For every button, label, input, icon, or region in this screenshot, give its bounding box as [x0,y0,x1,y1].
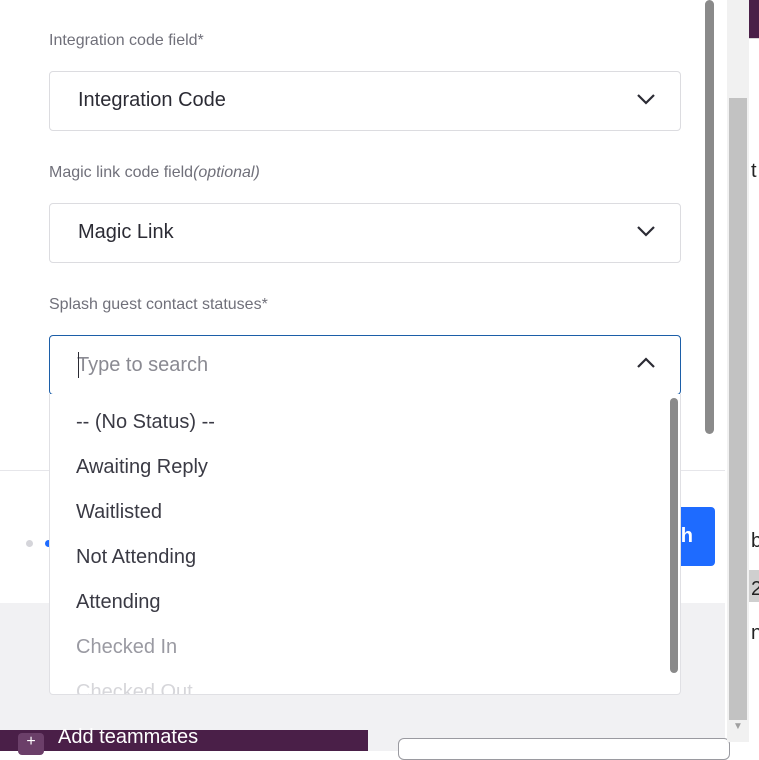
sidebar-item-add-teammates[interactable]: Add teammates [58,726,198,749]
integration-code-select[interactable]: Integration Code [49,71,681,131]
option-not-attending[interactable]: Not Attending [76,546,196,569]
contact-statuses-label: Splash guest contact statuses* [49,296,268,313]
contact-statuses-multiselect[interactable] [49,335,681,395]
scroll-down-arrow-icon[interactable]: ▼ [731,720,745,734]
background-divider [749,38,759,39]
modal-scrollbar-thumb[interactable] [729,98,747,720]
modal-content-scrollbar[interactable] [705,0,714,434]
text-caret [78,352,79,378]
magic-link-select[interactable]: Magic Link [49,203,681,263]
background-text-fragment: n [751,622,759,644]
chevron-down-icon [637,226,655,237]
background-text-fragment: t [751,160,757,182]
background-text-fragment: b [751,530,759,552]
option-checked-out[interactable]: Checked Out [76,681,193,694]
magic-link-label: Magic link code field(optional) [49,164,260,182]
background-header-strip [749,0,759,38]
magic-link-value: Magic Link [78,221,174,243]
option-awaiting-reply[interactable]: Awaiting Reply [76,456,208,479]
option-attending[interactable]: Attending [76,591,161,614]
background-text-fragment: 2 [751,578,759,600]
integration-code-label: Integration code field* [49,32,204,49]
chevron-down-icon [637,94,655,105]
integration-code-value: Integration Code [78,89,226,111]
dropdown-scrollbar[interactable] [670,398,678,673]
step-dot [26,540,33,547]
magic-link-label-text: Magic link code field [49,164,194,181]
status-options-list: -- (No Status) -- Awaiting Reply Waitlis… [49,394,681,695]
status-search-input[interactable] [77,350,597,380]
option-waitlisted[interactable]: Waitlisted [76,501,162,524]
option-checked-in[interactable]: Checked In [76,636,177,659]
chevron-up-icon [637,357,655,368]
plus-icon[interactable]: + [18,733,44,755]
background-input[interactable] [398,738,730,760]
option-no-status[interactable]: -- (No Status) -- [76,411,215,434]
optional-tag: (optional) [193,164,260,181]
